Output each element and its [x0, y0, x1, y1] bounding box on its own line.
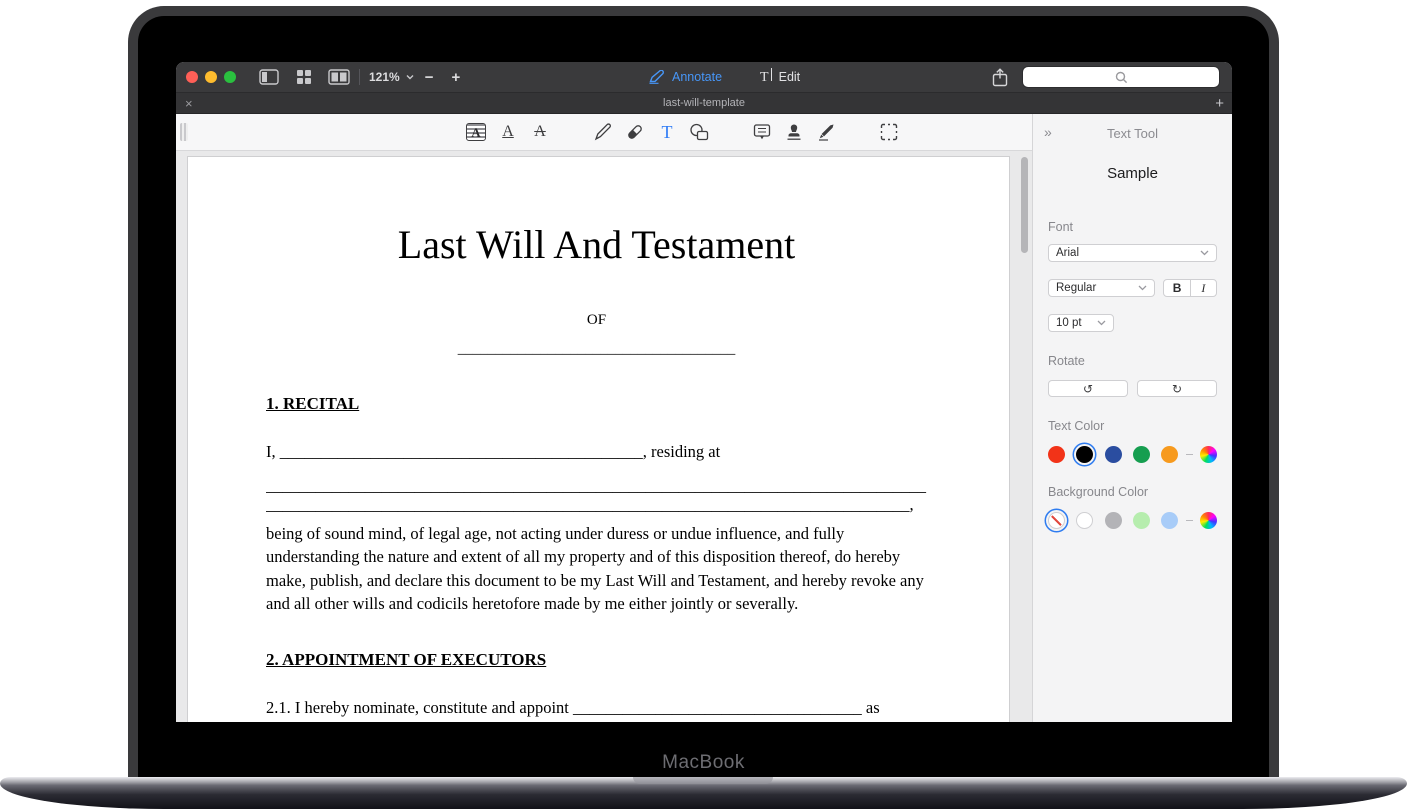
- font-family-value: Arial: [1056, 247, 1079, 259]
- italic-button[interactable]: I: [1191, 280, 1216, 296]
- font-sample-preview: Sample: [1048, 165, 1217, 182]
- section-heading-recital: 1. RECITAL: [266, 394, 927, 414]
- text-color-custom-picker[interactable]: [1200, 446, 1217, 463]
- tab-title[interactable]: last-will-template: [176, 97, 1232, 109]
- section-heading-executors: 2. APPOINTMENT OF EXECUTORS: [266, 650, 927, 670]
- main-toolbar: 121% − + Annotate T Edit: [176, 62, 1232, 93]
- rotate-cw-button[interactable]: ↻: [1137, 380, 1217, 397]
- shapes-tool-icon[interactable]: [687, 120, 711, 144]
- recital-blank-line-2: ________________________________________…: [266, 495, 927, 514]
- chevron-down-icon: [1200, 250, 1209, 256]
- text-color-blue[interactable]: [1105, 446, 1122, 463]
- of-label: OF: [266, 312, 927, 329]
- search-input[interactable]: [1022, 66, 1220, 88]
- annotate-mode-tab[interactable]: Annotate: [648, 70, 722, 84]
- highlight-tool-icon[interactable]: A: [464, 120, 488, 144]
- bold-button[interactable]: B: [1164, 280, 1190, 296]
- document-viewport[interactable]: Last Will And Testament OF _____________…: [176, 151, 1032, 722]
- annotation-toolbar: A A A: [176, 114, 1032, 151]
- chevron-down-icon: [1097, 320, 1106, 326]
- background-color-swatches: [1048, 512, 1217, 529]
- close-window-button[interactable]: [186, 71, 198, 83]
- stamp-tool-icon[interactable]: [782, 120, 806, 144]
- font-section-label: Font: [1048, 220, 1217, 234]
- text-tool-icon[interactable]: T: [655, 120, 679, 144]
- toolbar-divider: [359, 69, 360, 85]
- strikethrough-tool-icon[interactable]: A: [528, 120, 552, 144]
- bg-color-white[interactable]: [1076, 512, 1093, 529]
- text-color-orange[interactable]: [1161, 446, 1178, 463]
- chevron-down-icon: [406, 74, 414, 80]
- two-page-view-icon[interactable]: [328, 68, 350, 86]
- recital-line-1: I, _____________________________________…: [266, 440, 927, 464]
- bg-color-gray[interactable]: [1105, 512, 1122, 529]
- swatch-separator: [1186, 454, 1193, 456]
- font-style-value: Regular: [1056, 282, 1096, 294]
- swatch-separator: [1186, 520, 1193, 522]
- bg-color-light-green[interactable]: [1133, 512, 1150, 529]
- document-title: Last Will And Testament: [266, 221, 927, 268]
- chevron-down-icon: [1138, 285, 1147, 291]
- bg-color-custom-picker[interactable]: [1200, 512, 1217, 529]
- note-tool-icon[interactable]: [750, 120, 774, 144]
- bg-color-light-blue[interactable]: [1161, 512, 1178, 529]
- background-color-section-label: Background Color: [1048, 485, 1217, 499]
- rotate-cw-icon: ↻: [1172, 383, 1182, 395]
- share-icon[interactable]: [992, 68, 1008, 87]
- edit-mode-tab[interactable]: T Edit: [760, 68, 800, 86]
- bg-color-none[interactable]: [1048, 512, 1065, 529]
- zoom-level-dropdown[interactable]: 121%: [369, 70, 400, 84]
- text-color-section-label: Text Color: [1048, 419, 1217, 433]
- macbook-brand-label: MacBook: [128, 752, 1279, 774]
- font-size-value: 10 pt: [1056, 317, 1082, 329]
- thumbnails-view-icon[interactable]: [293, 68, 315, 86]
- signature-tool-icon[interactable]: [814, 120, 838, 144]
- sidebar-title: Text Tool: [1048, 126, 1217, 141]
- text-color-green[interactable]: [1133, 446, 1150, 463]
- minimize-window-button[interactable]: [205, 71, 217, 83]
- macbook-mockup: 121% − + Annotate T Edit: [0, 0, 1407, 809]
- recital-body: being of sound mind, of legal age, not a…: [266, 522, 927, 616]
- text-color-swatches: [1048, 446, 1217, 463]
- search-icon: [1115, 71, 1128, 84]
- rotate-ccw-icon: ↺: [1083, 383, 1093, 395]
- rotate-section-label: Rotate: [1048, 354, 1217, 368]
- new-tab-button[interactable]: +: [1215, 96, 1224, 111]
- edit-text-icon: T: [760, 68, 772, 86]
- underline-tool-icon[interactable]: A: [496, 120, 520, 144]
- text-color-black[interactable]: [1076, 446, 1093, 463]
- toolbar-drag-handle[interactable]: [180, 123, 188, 141]
- collapse-sidebar-icon[interactable]: »: [1044, 125, 1052, 139]
- expand-window-button[interactable]: [224, 71, 236, 83]
- rotate-ccw-button[interactable]: ↺: [1048, 380, 1128, 397]
- eraser-tool-icon[interactable]: [623, 120, 647, 144]
- edit-label: Edit: [779, 70, 801, 84]
- text-color-red[interactable]: [1048, 446, 1065, 463]
- pencil-tool-icon[interactable]: [591, 120, 615, 144]
- recital-blank-line-1: ________________________________________…: [266, 476, 927, 495]
- font-size-dropdown[interactable]: 10 pt: [1048, 314, 1114, 332]
- document-column: A A A: [176, 114, 1032, 722]
- sidebar-panel-icon[interactable]: [258, 68, 280, 86]
- executors-body: 2.1. I hereby nominate, constitute and a…: [266, 696, 927, 723]
- annotate-label: Annotate: [672, 70, 722, 84]
- laptop-lid-notch: [633, 777, 773, 784]
- text-tool-sidebar: » Text Tool Sample Font Arial Regular B: [1032, 114, 1232, 722]
- pdf-editor-window: 121% − + Annotate T Edit: [176, 62, 1232, 722]
- pdf-page[interactable]: Last Will And Testament OF _____________…: [187, 156, 1010, 722]
- vertical-scrollbar[interactable]: [1021, 157, 1028, 253]
- window-controls: [186, 71, 236, 83]
- zoom-in-button[interactable]: +: [444, 69, 467, 86]
- font-family-dropdown[interactable]: Arial: [1048, 244, 1217, 262]
- tab-bar: × last-will-template +: [176, 93, 1232, 114]
- zoom-out-button[interactable]: −: [418, 69, 441, 86]
- bold-italic-segment: B I: [1163, 279, 1217, 297]
- select-tool-icon[interactable]: [877, 120, 901, 144]
- annotate-pen-icon: [648, 70, 665, 84]
- font-style-dropdown[interactable]: Regular: [1048, 279, 1155, 297]
- name-blank-line: _____________________________________: [266, 341, 927, 358]
